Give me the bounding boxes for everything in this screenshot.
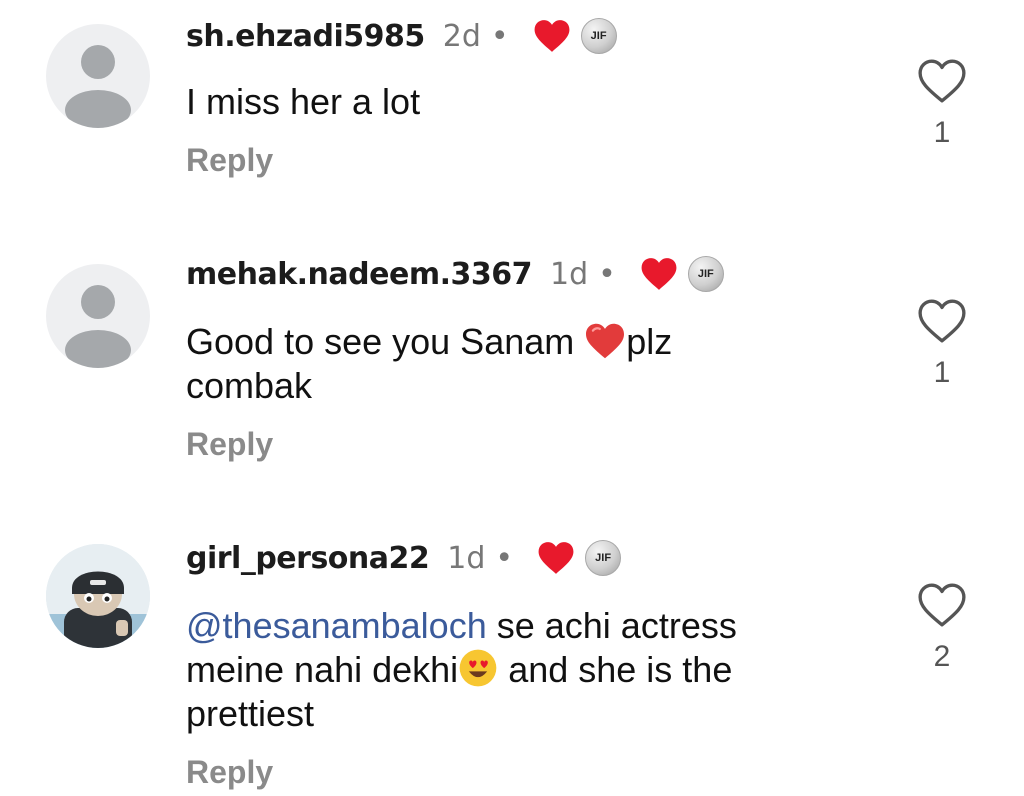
comment-meta: mehak.nadeem.3367 1d • JIF bbox=[186, 256, 724, 292]
avatar[interactable] bbox=[46, 264, 150, 368]
red-heart-emoji bbox=[586, 323, 625, 359]
reply-button[interactable]: Reply bbox=[186, 426, 273, 463]
like-count: 1 bbox=[933, 356, 951, 389]
mention-link[interactable]: @thesanambaloch bbox=[186, 605, 487, 646]
reply-button[interactable]: Reply bbox=[186, 142, 273, 179]
like-button[interactable]: 1 bbox=[914, 58, 970, 150]
creator-liked-heart-icon bbox=[538, 542, 574, 574]
comment-text-part: prettiest bbox=[186, 693, 315, 734]
comment-text: @thesanambaloch se achi actress meine na… bbox=[186, 604, 737, 736]
comment-meta: sh.ehzadi5985 2d • JIF bbox=[186, 18, 617, 54]
timestamp: 1d bbox=[447, 540, 486, 576]
like-button[interactable]: 2 bbox=[914, 582, 970, 674]
avatar[interactable] bbox=[46, 24, 150, 128]
creator-liked-heart-icon bbox=[641, 258, 677, 290]
heart-outline-icon[interactable] bbox=[917, 58, 967, 104]
like-count: 1 bbox=[933, 116, 951, 149]
comment-text-part: Good to see you Sanam bbox=[186, 321, 585, 362]
comment-text-part: combak bbox=[186, 365, 313, 406]
default-avatar-icon bbox=[65, 285, 131, 368]
separator-dot: • bbox=[495, 540, 514, 576]
username[interactable]: girl_persona22 bbox=[186, 541, 430, 576]
comment-text-content: I miss her a lot bbox=[186, 81, 421, 122]
separator-dot: • bbox=[490, 18, 509, 54]
comment-text-part: se achi actress bbox=[486, 605, 737, 646]
comment-text-part: and she is the bbox=[498, 649, 733, 690]
like-count: 2 bbox=[933, 640, 951, 673]
heart-outline-icon[interactable] bbox=[917, 298, 967, 344]
timestamp: 1d bbox=[549, 256, 589, 292]
comment-text: Good to see you Sanam plz combak bbox=[186, 320, 672, 408]
creator-avatar-badge: JIF bbox=[585, 540, 622, 576]
avatar[interactable] bbox=[46, 544, 150, 648]
comment-meta: girl_persona22 1d • JIF bbox=[186, 540, 622, 576]
like-button[interactable]: 1 bbox=[914, 298, 970, 390]
comment-text-part: plz bbox=[626, 321, 673, 362]
character-avatar-icon bbox=[46, 544, 150, 648]
default-avatar-icon bbox=[65, 45, 131, 128]
username[interactable]: sh.ehzadi5985 bbox=[186, 19, 425, 54]
comment-text-part: meine nahi dekhi bbox=[186, 649, 459, 690]
comment-text: I miss her a lot bbox=[186, 80, 420, 124]
username[interactable]: mehak.nadeem.3367 bbox=[186, 257, 532, 292]
creator-liked-heart-icon bbox=[534, 20, 570, 52]
timestamp: 2d bbox=[442, 18, 481, 54]
heart-eyes-emoji bbox=[459, 649, 497, 687]
heart-outline-icon[interactable] bbox=[917, 582, 967, 628]
separator-dot: • bbox=[598, 256, 616, 292]
creator-avatar-badge: JIF bbox=[687, 256, 724, 292]
creator-avatar-badge: JIF bbox=[580, 18, 617, 54]
reply-button[interactable]: Reply bbox=[186, 754, 273, 791]
